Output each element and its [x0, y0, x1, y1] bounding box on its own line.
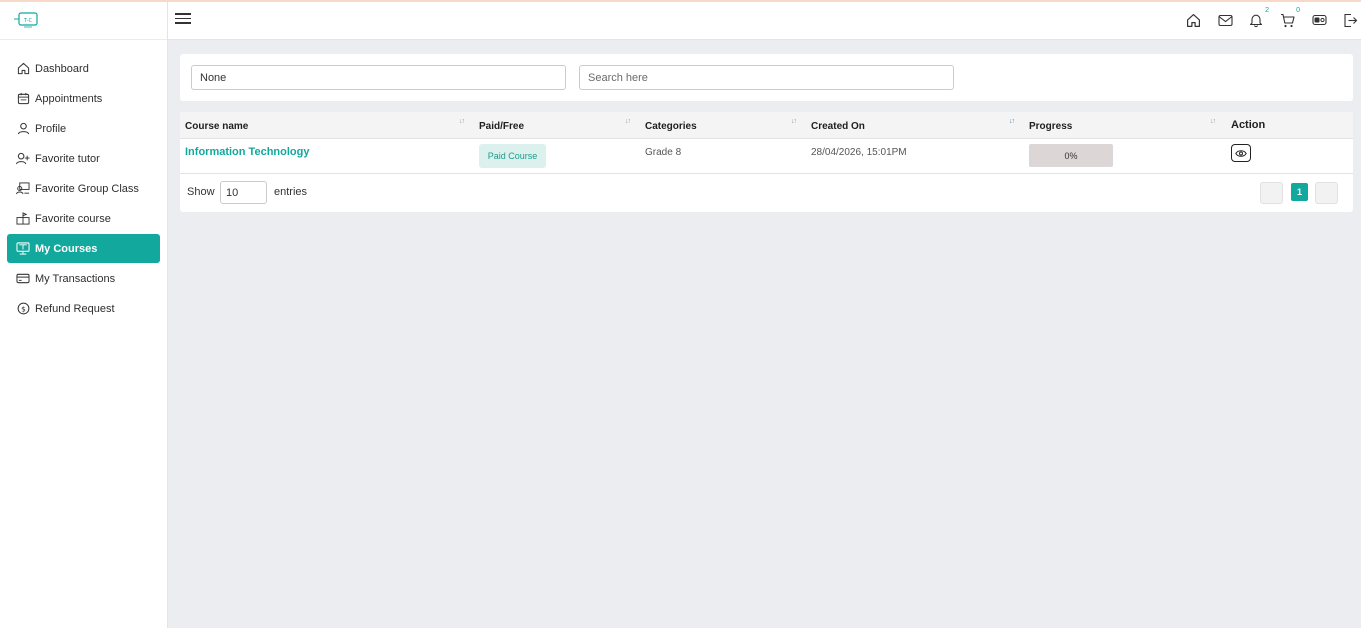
column-header-progress[interactable]: Progress	[1029, 121, 1072, 132]
pagination-next-button[interactable]	[1315, 182, 1338, 204]
notification-count-badge: 2	[1265, 7, 1269, 14]
sidebar-item-appointments[interactable]: Appointments	[7, 84, 160, 113]
wallet-icon[interactable]	[1310, 11, 1328, 29]
sidebar-item-label: Favorite course	[35, 212, 111, 225]
filter-card	[180, 54, 1353, 101]
sidebar: T-C Dashboard Appointments Profile Favor…	[0, 2, 168, 628]
column-header-paid-free[interactable]: Paid/Free	[479, 121, 524, 132]
sidebar-item-my-transactions[interactable]: My Transactions	[7, 264, 160, 293]
pagination-page-1[interactable]: 1	[1291, 183, 1308, 201]
sidebar-item-my-courses[interactable]: My Courses	[7, 234, 160, 263]
hamburger-menu-icon[interactable]	[175, 13, 191, 27]
svg-text:$: $	[21, 304, 26, 313]
logo-text: T-C	[23, 18, 32, 24]
badge-text: Paid Course	[487, 151, 538, 161]
sidebar-item-dashboard[interactable]: Dashboard	[7, 54, 160, 83]
cart-count-badge: 0	[1296, 7, 1300, 14]
table-header: Course name ↓↑ Paid/Free ↓↑ Categories ↓…	[180, 112, 1353, 139]
sort-icon[interactable]: ↓↑	[459, 118, 465, 125]
credit-card-icon	[16, 272, 30, 286]
paid-course-badge: Paid Course	[479, 144, 546, 168]
sidebar-item-label: Appointments	[35, 92, 103, 105]
course-name-link[interactable]: Information Technology	[185, 146, 309, 158]
sidebar-item-label: Favorite Group Class	[35, 182, 139, 195]
sidebar-item-favorite-tutor[interactable]: Favorite tutor	[7, 144, 160, 173]
user-plus-icon	[16, 152, 30, 166]
dollar-circle-icon: $	[16, 302, 30, 316]
sort-icon[interactable]: ↓↑	[791, 118, 797, 125]
sidebar-item-label: Favorite tutor	[35, 152, 100, 165]
sidebar-item-profile[interactable]: Profile	[7, 114, 160, 143]
column-header-categories[interactable]: Categories	[645, 121, 697, 132]
top-header: 2 0	[168, 2, 1361, 40]
courses-table: Course name ↓↑ Paid/Free ↓↑ Categories ↓…	[180, 112, 1353, 212]
sort-desc-icon[interactable]: ↓↑	[1009, 118, 1015, 125]
bell-icon[interactable]: 2	[1247, 7, 1269, 29]
monitor-book-icon	[16, 242, 30, 256]
show-label: Show	[187, 186, 215, 198]
progress-bar: 0%	[1029, 144, 1113, 167]
sidebar-item-label: Profile	[35, 122, 67, 135]
sort-icon[interactable]: ↓↑	[1210, 118, 1216, 125]
calendar-icon	[16, 92, 30, 106]
sidebar-item-label: Refund Request	[35, 302, 115, 315]
logout-icon[interactable]	[1341, 11, 1359, 29]
column-header-action: Action	[1231, 119, 1266, 131]
eye-icon	[1235, 149, 1247, 157]
sidebar-item-refund-request[interactable]: $ Refund Request	[7, 294, 160, 323]
sidebar-nav: Dashboard Appointments Profile Favorite …	[0, 40, 167, 323]
home-icon[interactable]	[1184, 11, 1202, 29]
search-input[interactable]	[579, 65, 954, 90]
progress-label: 0%	[1064, 150, 1078, 161]
logo[interactable]: T-C	[13, 11, 41, 31]
entries-label: entries	[274, 186, 308, 198]
view-course-button[interactable]	[1231, 144, 1251, 162]
column-header-created-on[interactable]: Created On	[811, 121, 865, 132]
category-select[interactable]	[191, 65, 566, 90]
sidebar-item-label: My Transactions	[35, 272, 116, 285]
course-icon	[16, 212, 30, 226]
home-icon	[16, 62, 30, 76]
sidebar-item-label: Dashboard	[35, 62, 89, 75]
user-icon	[16, 122, 30, 136]
sidebar-item-favorite-course[interactable]: Favorite course	[7, 204, 160, 233]
table-row: Information Technology Paid Course Grade…	[180, 139, 1353, 174]
sort-icon[interactable]: ↓↑	[625, 118, 631, 125]
column-header-course-name[interactable]: Course name	[185, 121, 248, 132]
sidebar-item-label: My Courses	[35, 242, 98, 255]
category-cell: Grade 8	[645, 147, 682, 158]
entries-per-page-input[interactable]	[220, 181, 267, 204]
group-class-icon	[16, 182, 30, 196]
created-on-cell: 28/04/2026, 15:01PM	[811, 147, 907, 158]
mail-icon[interactable]	[1216, 11, 1234, 29]
logo-area[interactable]: T-C	[0, 2, 167, 40]
pagination-prev-button[interactable]	[1260, 182, 1283, 204]
sidebar-item-favorite-group-class[interactable]: Favorite Group Class	[7, 174, 160, 203]
cart-icon[interactable]: 0	[1278, 7, 1300, 29]
